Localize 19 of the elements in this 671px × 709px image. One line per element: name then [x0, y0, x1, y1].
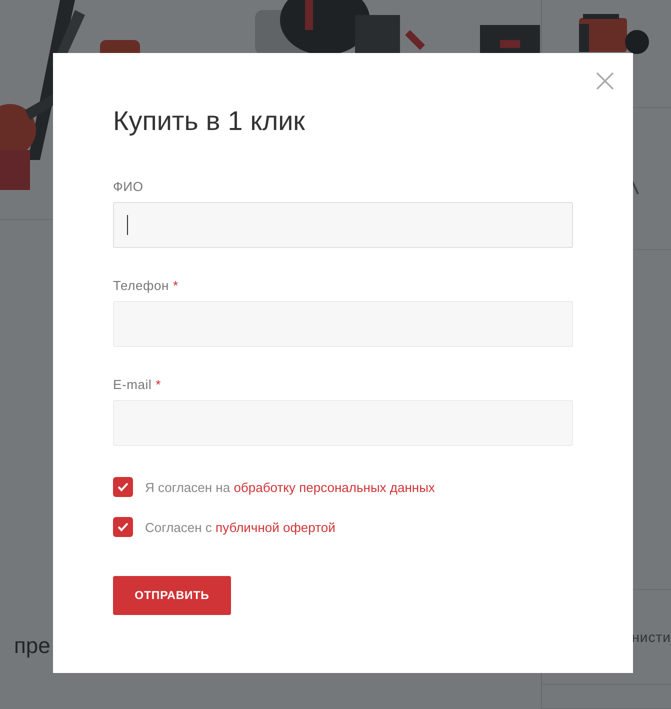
submit-button[interactable]: ОТПРАВИТЬ — [113, 576, 231, 615]
side-text: нисти — [632, 629, 671, 645]
agreement-text: Я согласен на обработку персональных данных — [145, 480, 435, 494]
agreement-link[interactable]: публичной офертой — [216, 520, 336, 534]
required-mark: * — [156, 377, 161, 392]
agreement-text: Согласен с публичной офертой — [145, 520, 336, 534]
modal-title: Купить в 1 клик — [113, 105, 306, 137]
close-icon[interactable] — [596, 72, 614, 90]
input-field[interactable] — [113, 202, 573, 248]
field-label: ФИО — [113, 179, 144, 194]
checkbox[interactable] — [113, 477, 133, 497]
check-icon — [117, 482, 129, 492]
field-label: Телефон — [113, 278, 170, 293]
section-heading: пре — [14, 633, 50, 659]
check-icon — [117, 522, 129, 532]
checkbox[interactable] — [113, 517, 133, 537]
required-mark: * — [173, 278, 178, 293]
agreement-link[interactable]: обработку персональных данных — [234, 480, 435, 494]
field-label: E-mail — [113, 377, 152, 392]
